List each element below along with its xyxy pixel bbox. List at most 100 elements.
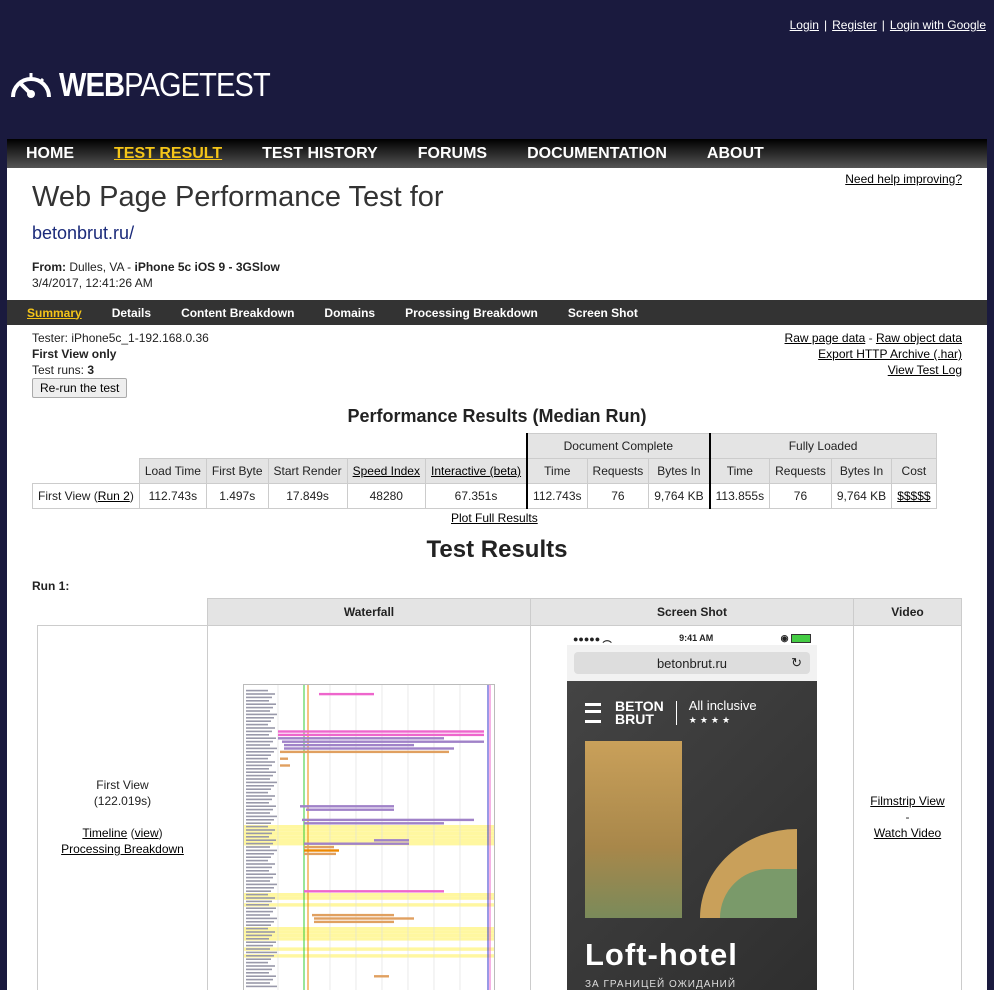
processing-breakdown-link[interactable]: Processing Breakdown <box>61 842 184 856</box>
waterfall-row-label <box>246 921 274 923</box>
rerun-button[interactable]: Re-run the test <box>32 378 128 398</box>
cost-link[interactable]: $$$$$ <box>897 489 930 503</box>
timeline-link[interactable]: Timeline <box>82 826 127 840</box>
nav-test-result[interactable]: TEST RESULT <box>114 145 222 163</box>
waterfall-row-label <box>246 958 271 960</box>
cell-interactive: 67.351s <box>424 483 528 509</box>
login-google-link[interactable]: Login with Google <box>890 18 986 32</box>
waterfall-row-label <box>246 747 277 750</box>
nav-home[interactable]: HOME <box>26 145 74 163</box>
raw-object-data-link[interactable]: Raw object data <box>876 331 962 345</box>
waterfall-bar <box>304 822 444 825</box>
waterfall-bar <box>312 913 394 917</box>
tab-details[interactable]: Details <box>112 306 151 320</box>
export-har-link[interactable]: Export HTTP Archive (.har) <box>818 347 962 361</box>
screenshot-thumbnail[interactable]: ●●●●● ︵ 9:41 AM ◉ betonbrut.ru ↻ BETON B… <box>567 631 817 990</box>
waterfall-row-label <box>246 812 270 814</box>
tab-processing-breakdown[interactable]: Processing Breakdown <box>405 306 538 320</box>
nav-about[interactable]: ABOUT <box>707 145 764 163</box>
header-load-time: Load Time <box>138 458 207 484</box>
login-link[interactable]: Login <box>790 18 819 32</box>
tab-screen-shot[interactable]: Screen Shot <box>568 306 638 320</box>
waterfall-bar <box>304 842 409 845</box>
waterfall-row-label <box>246 703 276 705</box>
waterfall-bar <box>374 839 409 842</box>
tab-summary[interactable]: Summary <box>27 306 82 320</box>
waterfall-row-highlight <box>244 893 494 897</box>
waterfall-row-label <box>246 914 270 916</box>
waterfall-row-label <box>246 778 270 780</box>
group-fully-loaded: Fully Loaded <box>708 433 937 459</box>
test-results-title: Test Results <box>426 536 568 563</box>
register-link[interactable]: Register <box>832 18 877 32</box>
header-first-byte: First Byte <box>205 458 269 484</box>
tester-info: Tester: iPhone5c_1-192.168.0.36 First Vi… <box>32 330 209 378</box>
nav-documentation[interactable]: DOCUMENTATION <box>527 145 667 163</box>
tester-label: Tester: iPhone5c_1-192.168.0.36 <box>32 331 209 345</box>
waterfall-row-label <box>246 856 271 858</box>
separator: | <box>881 18 885 32</box>
tab-content-breakdown[interactable]: Content Breakdown <box>181 306 294 320</box>
waterfall-row-label <box>246 713 277 716</box>
waterfall-row-highlight <box>244 930 494 934</box>
header-doc-requests: Requests <box>586 458 650 484</box>
cell-full-bytes: 9,764 KB <box>830 483 893 509</box>
hotel-photo-right <box>700 829 797 918</box>
help-improving-link[interactable]: Need help improving? <box>845 172 962 186</box>
tested-url-link[interactable]: betonbrut.ru/ <box>32 223 134 244</box>
browser-address-bar: betonbrut.ru ↻ <box>567 645 817 681</box>
nav-test-history[interactable]: TEST HISTORY <box>262 145 378 163</box>
waterfall-row-label <box>246 941 276 943</box>
waterfall-row-label <box>246 876 273 879</box>
waterfall-row-label <box>246 846 270 848</box>
phone-status-bar: ●●●●● ︵ 9:41 AM ◉ <box>567 631 817 645</box>
separator: | <box>823 18 828 32</box>
waterfall-row-label <box>246 805 276 807</box>
run-label: Run 1: <box>32 579 70 593</box>
watch-video-link[interactable]: Watch Video <box>874 826 941 840</box>
waterfall-row-label <box>246 880 270 882</box>
nav-forums[interactable]: FORUMS <box>418 145 487 163</box>
video-cell: Filmstrip View - Watch Video <box>853 625 962 990</box>
hero-subline: ЗА ГРАНИЦЕЙ ОЖИДАНИЙ <box>585 979 737 990</box>
waterfall-row-label <box>246 815 277 818</box>
test-runs: Test runs: 3 <box>32 363 95 377</box>
interactive-link[interactable]: Interactive (beta) <box>431 464 521 478</box>
waterfall-row-label <box>246 757 268 760</box>
waterfall-row-label <box>246 907 276 909</box>
address-field: betonbrut.ru ↻ <box>574 652 810 674</box>
header-full-time: Time <box>708 458 771 484</box>
waterfall-row-label <box>246 788 271 790</box>
waterfall-row-label <box>246 774 273 777</box>
waterfall-row-highlight <box>244 825 494 829</box>
speed-index-link[interactable]: Speed Index <box>353 464 420 478</box>
header-start-render: Start Render <box>267 458 348 484</box>
plot-full-results-link[interactable]: Plot Full Results <box>451 511 538 525</box>
waterfall-row-label <box>246 802 269 804</box>
view-test-log-link[interactable]: View Test Log <box>888 363 962 377</box>
webpagetest-logo[interactable]: WEBPAGETEST <box>9 66 299 104</box>
timeline-view-link[interactable]: view <box>135 826 159 840</box>
tab-domains[interactable]: Domains <box>324 306 375 320</box>
group-document-complete: Document Complete <box>526 433 711 459</box>
waterfall-row-label <box>246 948 270 950</box>
waterfall-thumbnail[interactable] <box>243 684 495 990</box>
cell-first-byte: 1.497s <box>205 483 269 509</box>
filmstrip-view-link[interactable]: Filmstrip View <box>870 794 944 808</box>
main-content: Need help improving? Web Page Performanc… <box>7 168 987 990</box>
waterfall-bar <box>304 890 444 893</box>
reload-icon: ↻ <box>791 655 802 670</box>
waterfall-row-label <box>246 972 269 974</box>
waterfall-row-label <box>246 975 276 977</box>
run-2-link[interactable]: Run 2 <box>98 489 130 503</box>
logo-text: WEBPAGETEST <box>59 66 271 103</box>
status-time: 9:41 AM <box>679 633 714 643</box>
waterfall-bar <box>282 740 484 743</box>
waterfall-row-label <box>246 744 270 746</box>
waterfall-row-label <box>246 944 273 947</box>
waterfall-row-highlight <box>244 954 494 958</box>
waterfall-bar <box>314 917 414 920</box>
raw-page-data-link[interactable]: Raw page data <box>785 331 866 345</box>
first-view-label: First View <box>96 778 149 792</box>
waterfall-row-label <box>246 710 270 712</box>
